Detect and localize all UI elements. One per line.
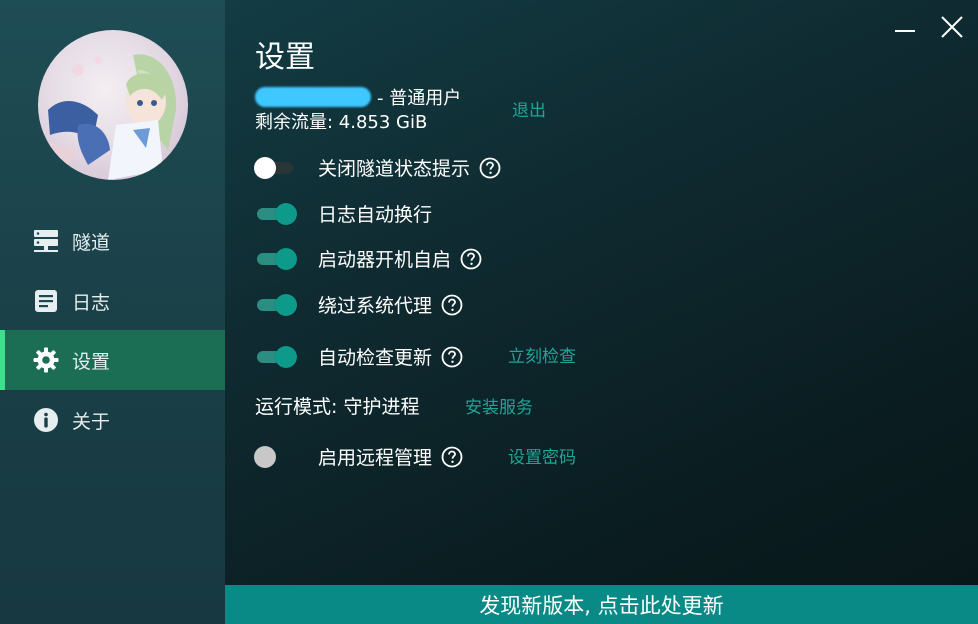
- remote-management-toggle[interactable]: [254, 445, 295, 468]
- minimize-icon: [895, 30, 915, 32]
- setting-row-bypass-proxy: 绕过系统代理: [255, 291, 463, 318]
- help-icon[interactable]: [460, 248, 482, 270]
- logout-link[interactable]: 退出: [512, 96, 546, 121]
- server-icon: [33, 228, 59, 254]
- avatar: [38, 30, 188, 180]
- settings-panel: 设置 - 普通用户 退出 剩余流量: 4.853 GiB 关闭隧道状态提示 日志…: [225, 0, 978, 624]
- sidebar-item-label: 日志: [72, 291, 111, 314]
- sidebar-item-about[interactable]: 关于: [0, 390, 225, 450]
- update-banner[interactable]: 发现新版本, 点击此处更新: [225, 585, 978, 624]
- run-mode: 运行模式: 守护进程: [255, 392, 419, 419]
- setting-label: 日志自动换行: [318, 204, 433, 226]
- avatar-illustration: [38, 54, 177, 180]
- autostart-toggle[interactable]: [255, 247, 297, 270]
- setting-row-autostart: 启动器开机自启: [255, 245, 482, 272]
- help-icon[interactable]: [479, 157, 501, 179]
- sidebar-item-logs[interactable]: 日志: [0, 271, 225, 331]
- sidebar-item-settings[interactable]: 设置: [0, 330, 225, 390]
- page-title: 设置: [255, 40, 315, 75]
- user-role: - 普通用户: [377, 88, 462, 109]
- help-icon[interactable]: [441, 446, 463, 468]
- setting-label: 关闭隧道状态提示: [318, 158, 471, 180]
- close-icon: [941, 16, 963, 38]
- info-icon: [33, 407, 59, 433]
- install-service-link[interactable]: 安装服务: [465, 393, 533, 418]
- sidebar-item-tunnels[interactable]: 隧道: [0, 211, 225, 271]
- set-password-link[interactable]: 设置密码: [508, 443, 576, 468]
- setting-label: 启用远程管理: [318, 447, 433, 469]
- setting-label: 启动器开机自启: [318, 249, 452, 271]
- setting-row-tunnel-status-hint: 关闭隧道状态提示: [254, 154, 501, 181]
- bypass-proxy-toggle[interactable]: [255, 293, 297, 316]
- sidebar-item-label: 隧道: [72, 231, 111, 254]
- sidebar: 隧道 日志 设置 关于: [0, 0, 225, 624]
- user-info: - 普通用户: [255, 84, 461, 110]
- minimize-button[interactable]: [890, 12, 920, 42]
- auto-update-toggle[interactable]: [255, 345, 297, 368]
- setting-label: 绕过系统代理: [318, 295, 433, 317]
- help-icon[interactable]: [441, 294, 463, 316]
- setting-row-auto-update: 自动检查更新: [255, 343, 463, 370]
- sidebar-item-label: 关于: [72, 410, 111, 433]
- setting-label: 自动检查更新: [318, 347, 433, 369]
- setting-row-remote-management: 启用远程管理: [254, 443, 463, 470]
- close-button[interactable]: [937, 12, 967, 42]
- remaining-traffic: 剩余流量: 4.853 GiB: [255, 112, 428, 133]
- log-wrap-toggle[interactable]: [255, 202, 297, 225]
- run-mode-label: 运行模式: 守护进程: [255, 396, 420, 418]
- check-now-link[interactable]: 立刻检查: [508, 342, 576, 367]
- document-icon: [33, 288, 59, 314]
- redacted-username: [255, 87, 371, 107]
- sidebar-item-label: 设置: [72, 350, 111, 373]
- setting-row-log-wrap: 日志自动换行: [255, 200, 432, 227]
- tunnel-status-hint-toggle[interactable]: [254, 156, 295, 179]
- gear-icon: [33, 347, 59, 373]
- help-icon[interactable]: [441, 346, 463, 368]
